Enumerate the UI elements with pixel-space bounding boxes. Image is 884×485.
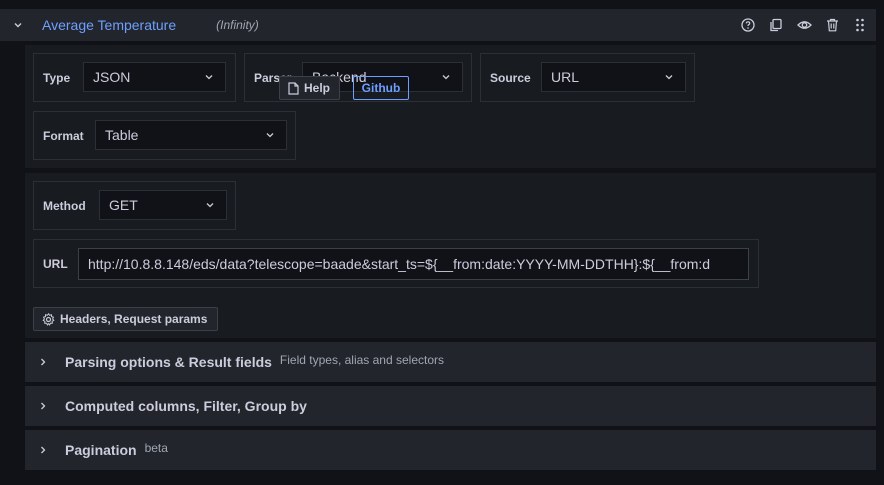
method-label: Method: [43, 198, 86, 213]
github-button-label: Github: [361, 81, 401, 95]
section-parsing-options[interactable]: Parsing options & Result fields Field ty…: [25, 342, 876, 382]
url-label: URL: [43, 256, 68, 271]
query-actions: [740, 9, 868, 41]
section-pagination[interactable]: Pagination beta: [25, 430, 876, 470]
section-title: Pagination: [65, 442, 137, 458]
duplicate-icon[interactable]: [768, 17, 784, 33]
section-subtitle: Field types, alias and selectors: [279, 353, 445, 367]
format-label: Format: [43, 128, 84, 143]
datasource-name: (Infinity): [216, 18, 259, 32]
chevron-right-icon: [39, 357, 51, 367]
drag-icon[interactable]: [852, 17, 868, 33]
source-label: Source: [490, 70, 531, 85]
query-header: Average Temperature (Infinity): [0, 9, 876, 41]
section-title: Parsing options & Result fields: [65, 354, 272, 370]
method-value: GET: [109, 197, 138, 213]
type-value: JSON: [93, 69, 131, 85]
source-value: URL: [551, 69, 580, 85]
help-button-label: Help: [304, 81, 331, 95]
url-input[interactable]: http://10.8.8.148/eds/data?telescope=baa…: [78, 248, 749, 280]
query-title[interactable]: Average Temperature: [42, 17, 176, 33]
eye-icon[interactable]: [796, 17, 812, 33]
gear-icon: [42, 312, 55, 326]
help-icon[interactable]: [740, 17, 756, 33]
headers-request-params-button[interactable]: Headers, Request params: [33, 307, 218, 331]
chevron-down-icon: [266, 133, 274, 138]
chevron-down-icon: [206, 203, 214, 208]
github-button[interactable]: Github: [353, 76, 409, 100]
section-title: Computed columns, Filter, Group by: [65, 398, 307, 414]
type-select[interactable]: JSON: [83, 62, 226, 92]
chevron-down-icon: [442, 75, 450, 80]
source-select[interactable]: URL: [541, 62, 686, 92]
chevron-right-icon: [39, 445, 51, 455]
chevron-down-icon[interactable]: [10, 20, 26, 30]
format-value: Table: [105, 127, 139, 143]
section-subtitle: beta: [144, 441, 168, 455]
format-select[interactable]: Table: [95, 120, 287, 150]
help-button[interactable]: Help: [279, 76, 340, 100]
trash-icon[interactable]: [824, 17, 840, 33]
chevron-down-icon: [665, 75, 673, 80]
method-select[interactable]: GET: [99, 190, 227, 220]
chevron-down-icon: [205, 75, 213, 80]
url-value: http://10.8.8.148/eds/data?telescope=baa…: [88, 256, 711, 272]
type-label: Type: [43, 70, 71, 85]
chevron-right-icon: [39, 401, 51, 411]
headers-button-label: Headers, Request params: [60, 312, 208, 326]
section-computed-columns[interactable]: Computed columns, Filter, Group by: [25, 386, 876, 426]
document-icon: [288, 81, 299, 95]
